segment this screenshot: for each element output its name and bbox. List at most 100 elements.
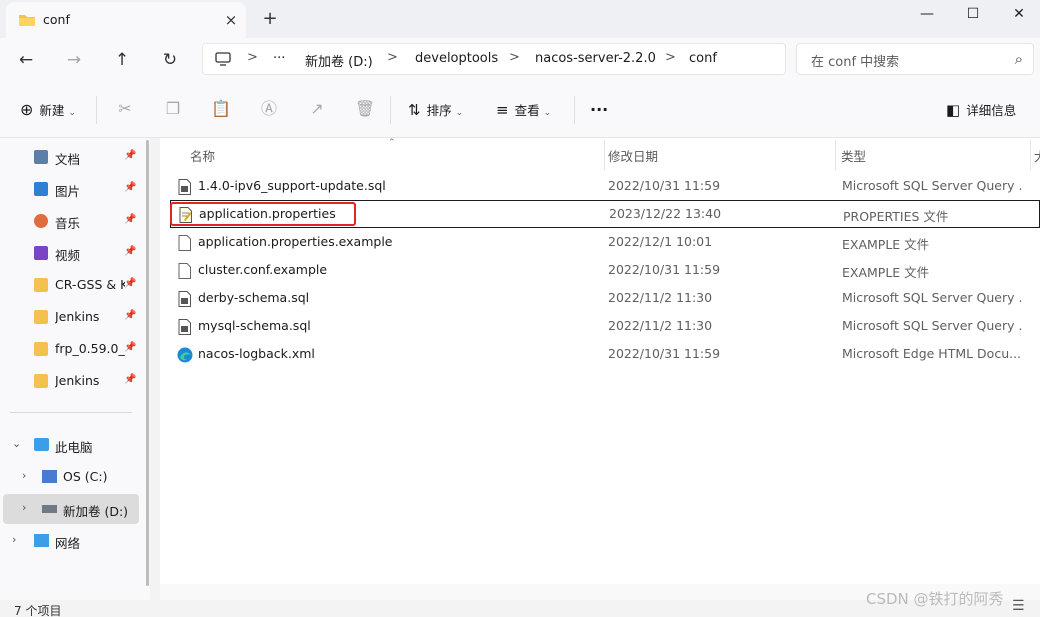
file-name: derby-schema.sql <box>198 290 310 305</box>
sidebar-item-videos[interactable]: 视频 📌 <box>0 238 140 268</box>
up-icon[interactable]: ↑ <box>106 46 138 74</box>
new-tab-icon[interactable]: + <box>256 7 284 31</box>
copy-icon[interactable]: ❐ <box>162 98 184 120</box>
pictures-icon <box>34 182 48 196</box>
sidebar-item-documents[interactable]: 文档 📌 <box>0 142 140 172</box>
sidebar-divider <box>10 412 132 413</box>
file-type: Microsoft SQL Server Query ... <box>842 290 1022 305</box>
sidebar-item-cr-gss[interactable]: CR-GSS & K 📌 <box>0 270 140 300</box>
breadcrumb-drive-d[interactable]: 新加卷 (D:) <box>305 51 373 70</box>
paste-icon[interactable]: 📋 <box>210 98 232 120</box>
back-icon[interactable]: ← <box>10 46 42 74</box>
breadcrumb-nacos-server[interactable]: nacos-server-2.2.0 <box>535 51 656 66</box>
blank-file-icon <box>178 235 191 251</box>
column-divider[interactable] <box>604 140 605 170</box>
documents-icon <box>34 150 48 164</box>
sidebar-scrollbar[interactable] <box>146 140 149 586</box>
file-date: 2023/12/22 13:40 <box>609 206 722 221</box>
sort-ascending-icon: ⌃ <box>388 138 396 148</box>
search-input[interactable]: 在 conf 中搜索 ⌕ <box>796 43 1034 75</box>
file-name: mysql-schema.sql <box>198 318 311 333</box>
drive-icon <box>42 505 57 513</box>
computer-icon <box>215 52 231 66</box>
file-date: 2022/10/31 11:59 <box>608 178 721 193</box>
chevron-right-icon[interactable]: › <box>12 533 16 546</box>
close-window-icon[interactable]: ✕ <box>996 0 1040 30</box>
delete-icon[interactable]: 🗑 <box>354 98 376 120</box>
sort-button[interactable]: ⇅ 排序 ⌄ <box>408 97 463 123</box>
breadcrumb-conf[interactable]: conf <box>689 51 717 66</box>
file-row[interactable]: cluster.conf.example 2022/10/31 11:59 EX… <box>170 256 1040 284</box>
sidebar-item-label: Jenkins <box>55 373 100 388</box>
chevron-right-icon[interactable]: › <box>22 469 26 482</box>
refresh-icon[interactable]: ↻ <box>154 46 186 74</box>
file-row[interactable]: 1.4.0-ipv6_support-update.sql 2022/10/31… <box>170 172 1040 200</box>
videos-icon <box>34 246 48 260</box>
details-view-icon[interactable]: ☰ <box>1012 598 1025 614</box>
highlight-annotation <box>170 202 356 226</box>
breadcrumb-overflow[interactable]: ··· <box>273 51 285 66</box>
chevron-right-icon[interactable]: › <box>22 501 26 514</box>
view-button[interactable]: ≡ 查看 ⌄ <box>496 97 551 123</box>
sidebar-item-jenkins[interactable]: Jenkins 📌 <box>0 302 140 332</box>
sidebar-item-label: 视频 <box>55 248 81 263</box>
details-button[interactable]: ◧ 详细信息 <box>946 97 1016 123</box>
toolbar-divider <box>390 96 391 124</box>
sidebar-item-label: 图片 <box>55 184 81 199</box>
column-divider[interactable] <box>835 140 836 170</box>
file-name: cluster.conf.example <box>198 262 328 277</box>
column-header-name[interactable]: 名称 <box>190 146 215 165</box>
tree-item-network[interactable]: › 网络 <box>0 526 140 556</box>
rename-icon[interactable]: Ⓐ <box>258 98 280 120</box>
new-button[interactable]: ⊕ 新建 ⌄ <box>20 97 76 123</box>
toolbar-divider <box>574 96 575 124</box>
file-list: ⌃ 名称 修改日期 类型 大 1.4.0-ipv6_support-update… <box>160 138 1040 600</box>
pin-icon: 📌 <box>124 278 137 289</box>
sidebar-item-music[interactable]: 音乐 📌 <box>0 206 140 236</box>
file-row[interactable]: nacos-logback.xml 2022/10/31 11:59 Micro… <box>170 340 1040 368</box>
tree-item-this-pc[interactable]: ⌄ 此电脑 <box>0 430 140 460</box>
address-bar[interactable]: > ··· 新加卷 (D:) > developtools > nacos-se… <box>202 43 786 75</box>
search-icon[interactable]: ⌕ <box>1015 50 1023 68</box>
file-type: Microsoft SQL Server Query ... <box>842 178 1022 193</box>
toolbar-divider <box>96 96 97 124</box>
command-bar: ⊕ 新建 ⌄ ✂ ❐ 📋 Ⓐ ↗ 🗑 ⇅ 排序 ⌄ ≡ 查看 ⌄ ··· ◧ 详细信息 <box>0 82 1040 138</box>
file-row[interactable]: mysql-schema.sql 2022/11/2 11:30 Microso… <box>170 312 1040 340</box>
file-date: 2022/11/2 11:30 <box>608 290 713 305</box>
file-row[interactable]: derby-schema.sql 2022/11/2 11:30 Microso… <box>170 284 1040 312</box>
forward-icon[interactable]: → <box>58 46 90 74</box>
sidebar-item-pictures[interactable]: 图片 📌 <box>0 174 140 204</box>
chevron-down-icon[interactable]: ⌄ <box>12 437 21 450</box>
chevron-down-icon: ⌄ <box>68 108 76 118</box>
music-icon <box>34 214 48 228</box>
pin-icon: 📌 <box>124 150 137 161</box>
file-name: application.properties.example <box>198 234 393 249</box>
tab-close-icon[interactable]: × <box>218 8 244 32</box>
folder-icon <box>19 15 35 26</box>
pin-icon: 📌 <box>124 246 137 257</box>
sidebar-item-frp[interactable]: frp_0.59.0_w 📌 <box>0 334 140 364</box>
details-pane-icon: ◧ <box>946 101 961 119</box>
maximize-icon[interactable]: ☐ <box>950 0 996 30</box>
minimize-icon[interactable]: — <box>904 0 950 30</box>
column-divider[interactable] <box>1030 140 1031 170</box>
column-header-size[interactable]: 大 <box>1034 146 1040 165</box>
pin-icon: 📌 <box>124 342 137 353</box>
cut-icon[interactable]: ✂ <box>114 98 136 120</box>
column-header-modified[interactable]: 修改日期 <box>608 146 658 165</box>
more-options-button[interactable]: ··· <box>590 97 608 123</box>
sidebar-item-jenkins[interactable]: Jenkins 📌 <box>0 366 140 396</box>
tree-item-drive-c[interactable]: › OS (C:) <box>0 462 140 492</box>
view-label: 查看 <box>514 103 540 118</box>
pin-icon: 📌 <box>124 182 137 193</box>
share-icon[interactable]: ↗ <box>306 98 328 120</box>
file-row[interactable]: application.properties.example 2022/12/1… <box>170 228 1040 256</box>
tree-item-drive-d[interactable]: › 新加卷 (D:) <box>3 494 139 524</box>
column-header-type[interactable]: 类型 <box>841 146 866 165</box>
breadcrumb-developtools[interactable]: developtools <box>415 51 498 66</box>
new-label: 新建 <box>39 103 65 118</box>
tab-conf[interactable]: conf × <box>6 2 246 38</box>
pin-icon: 📌 <box>124 374 137 385</box>
breadcrumb-separator: > <box>509 50 520 65</box>
tab-title: conf <box>43 12 70 27</box>
